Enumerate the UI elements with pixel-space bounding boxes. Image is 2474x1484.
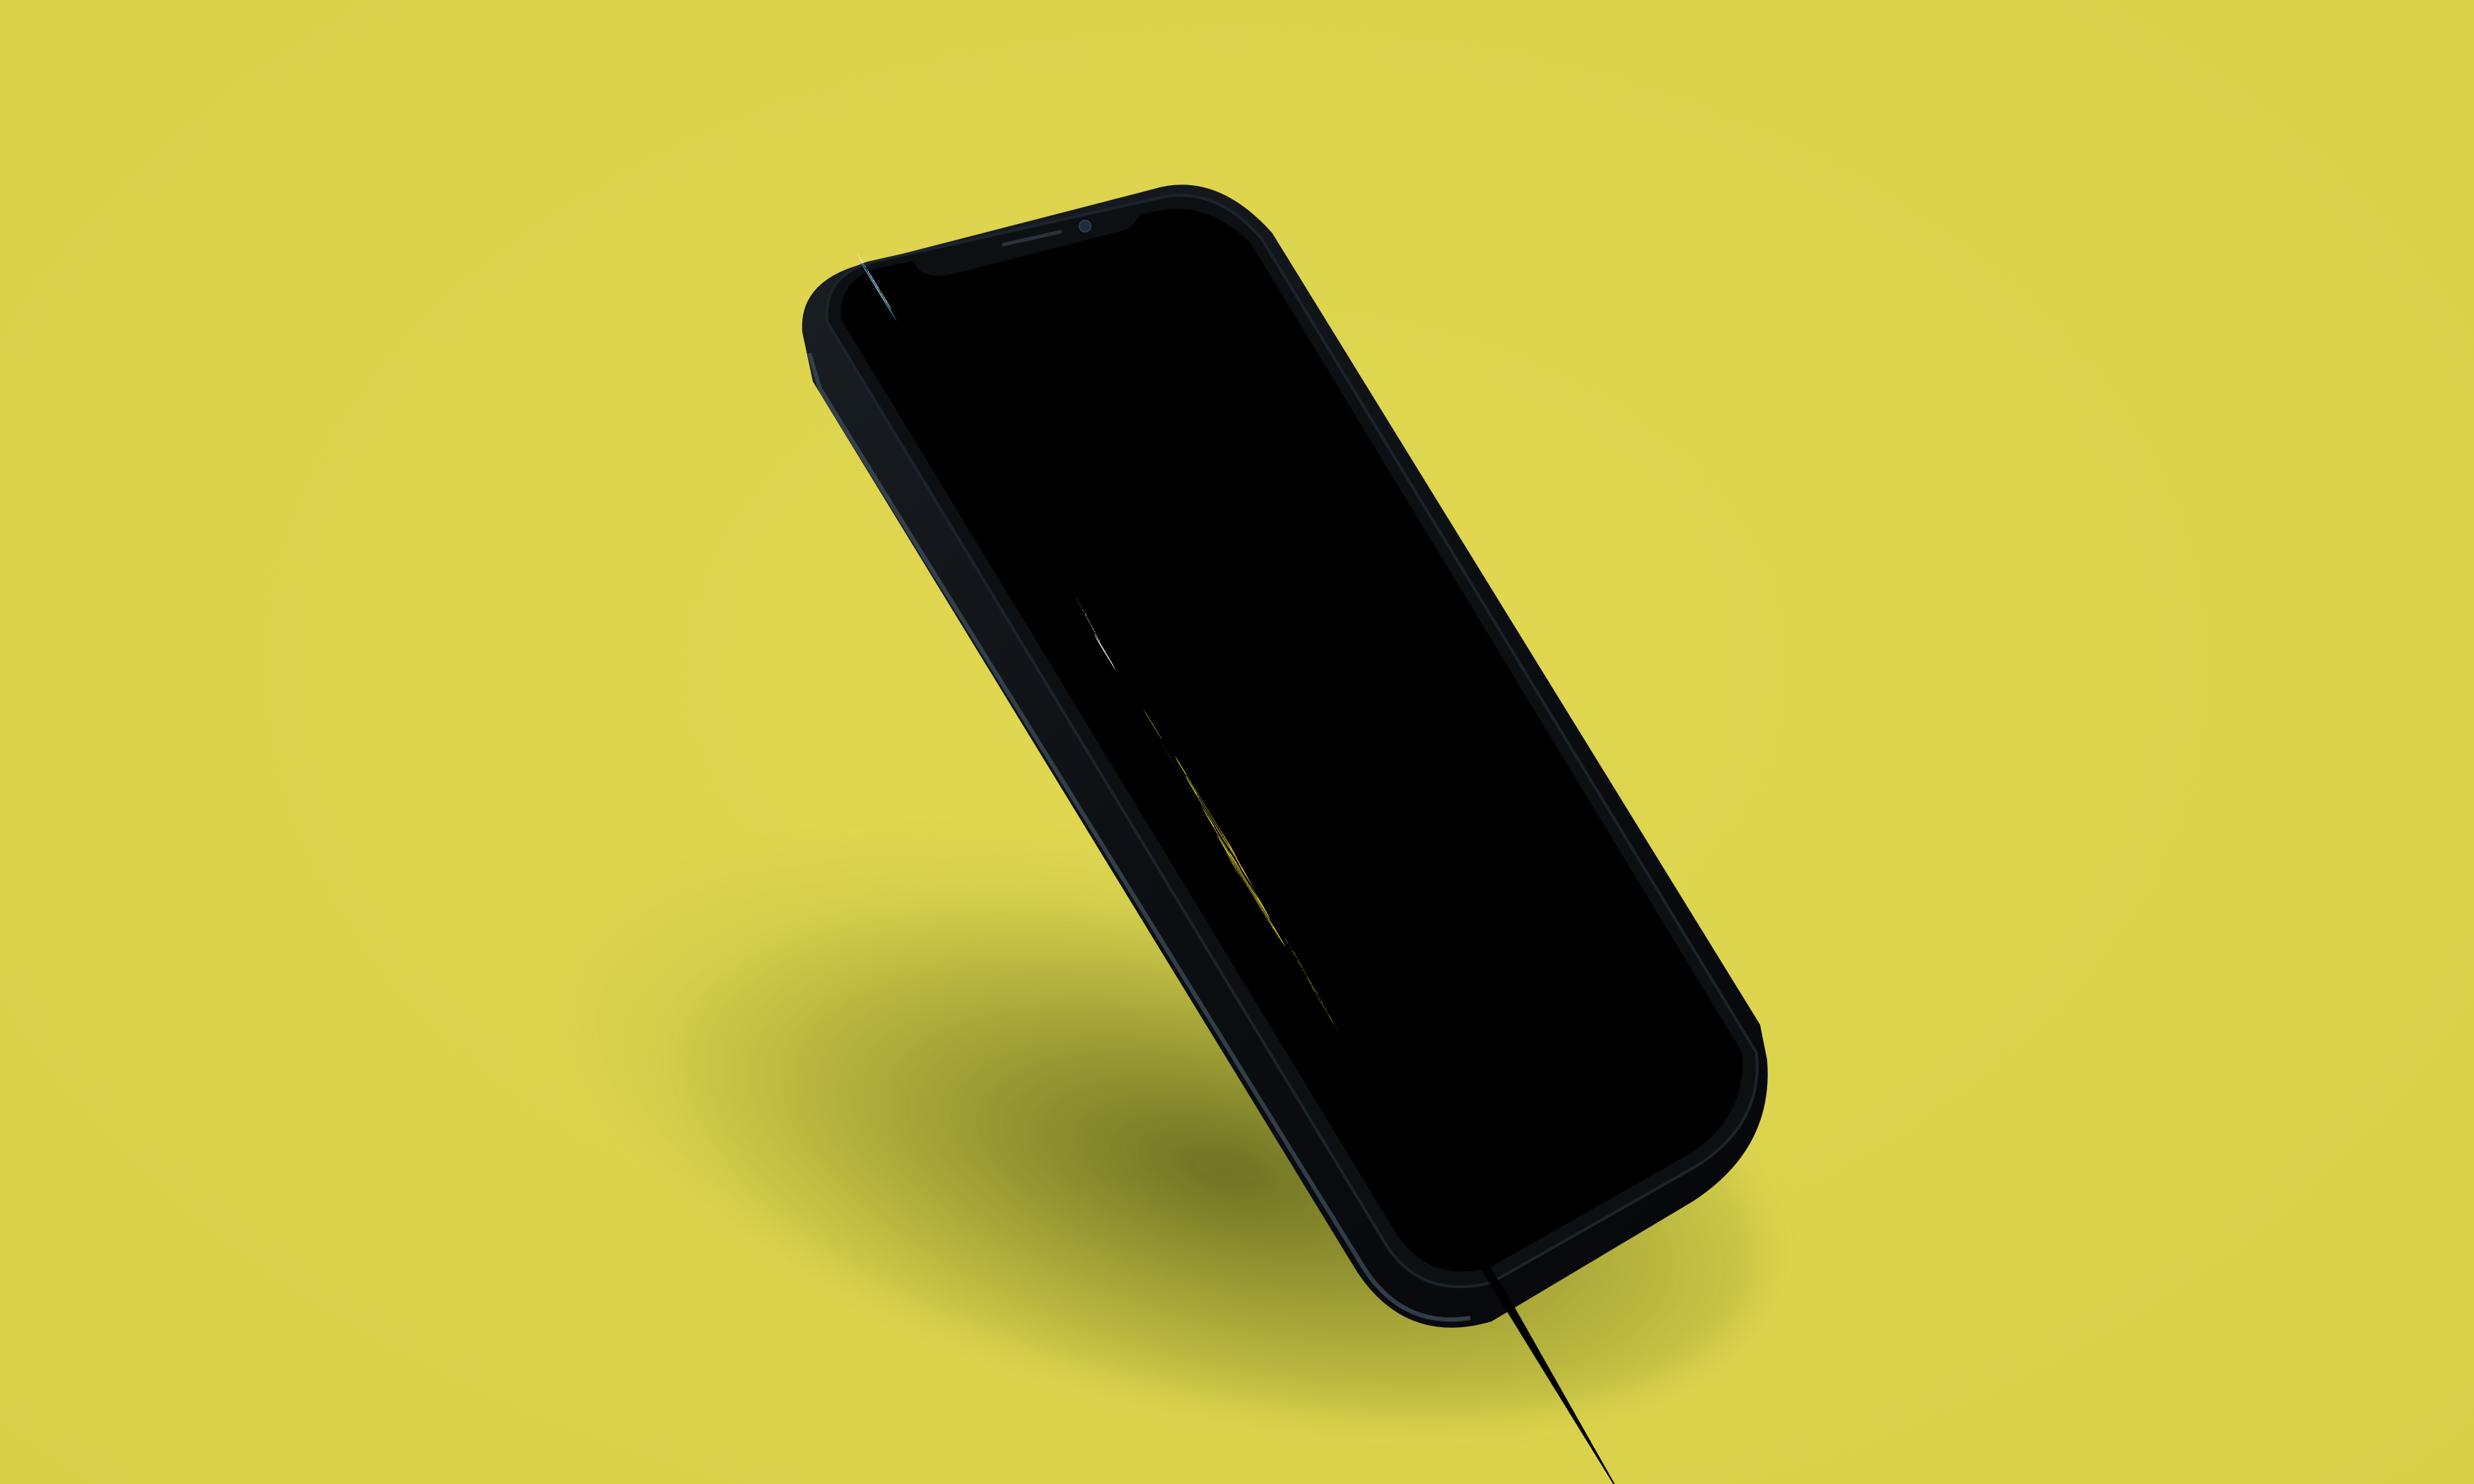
phone-body: [802, 184, 1768, 1328]
scene-background: 24-hour format 12 : 30 PM 53 Fri, Oct 14: [0, 0, 2474, 1484]
